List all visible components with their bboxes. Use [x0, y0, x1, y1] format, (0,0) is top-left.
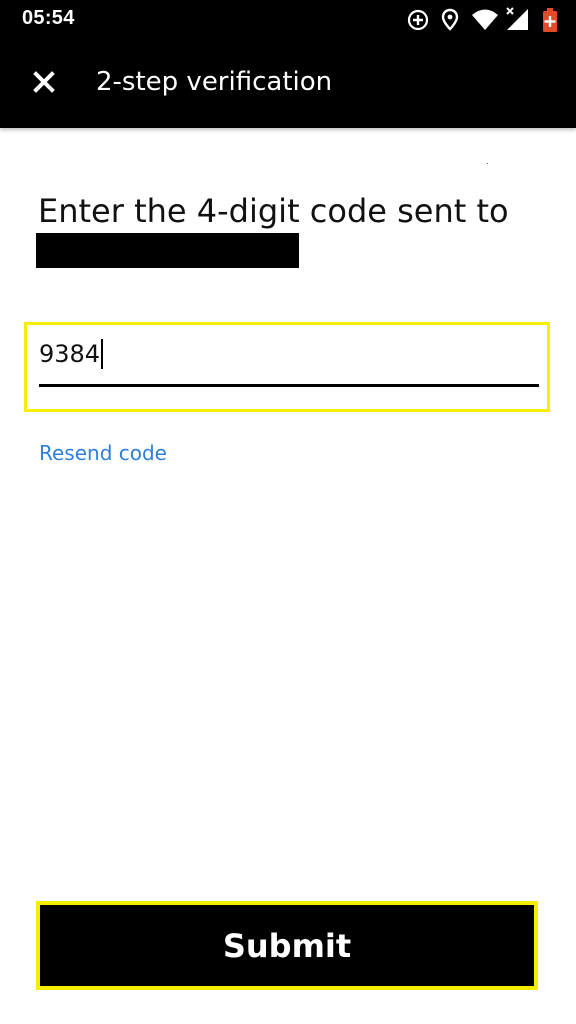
code-field[interactable]: 9384 [24, 322, 550, 412]
page-title: 2-step verification [96, 67, 333, 97]
submit-label: Submit [222, 926, 352, 965]
sync-icon [406, 6, 430, 34]
close-button[interactable] [22, 62, 66, 106]
text-cursor [101, 339, 104, 369]
redacted-phone-number [36, 233, 299, 268]
battery-icon [540, 6, 560, 34]
wifi-icon [470, 6, 500, 34]
prompt-heading: Enter the 4-digit code sent to [38, 192, 509, 230]
code-input[interactable]: 9384 [39, 339, 104, 369]
submit-button[interactable]: Submit [36, 901, 538, 990]
dust-speck [487, 163, 488, 164]
input-underline [39, 384, 539, 387]
location-icon [440, 6, 460, 34]
app-bar: 2-step verification [0, 40, 576, 128]
close-icon [33, 71, 55, 97]
resend-code-link[interactable]: Resend code [39, 441, 167, 465]
status-bar: 05:54 [0, 0, 576, 40]
status-time: 05:54 [22, 7, 75, 29]
code-value: 9384 [39, 340, 101, 368]
signal-icon [504, 6, 530, 34]
